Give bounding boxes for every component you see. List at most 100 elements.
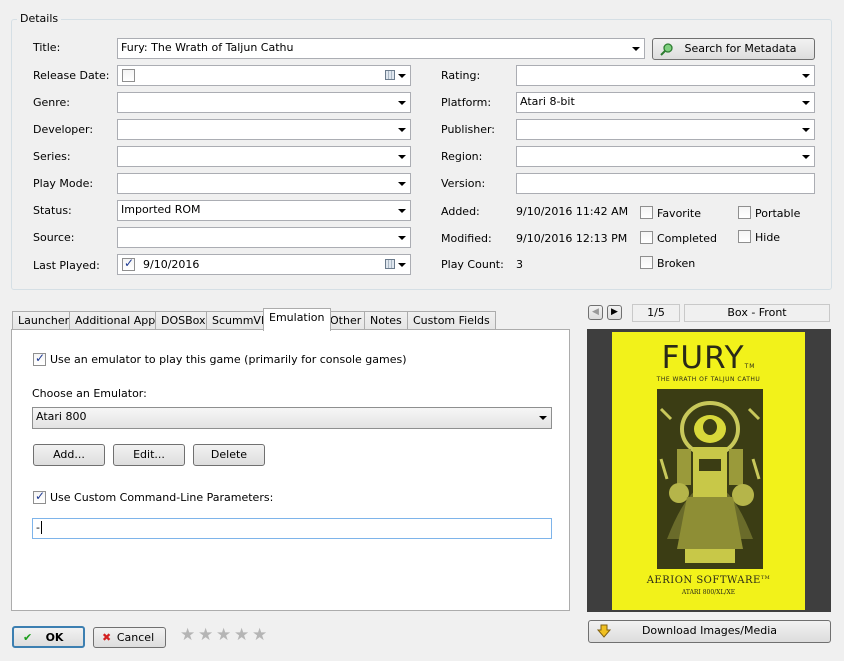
chevron-down-icon[interactable] <box>802 128 810 132</box>
edit-emulator-button[interactable]: Edit... <box>113 444 185 466</box>
image-frame[interactable]: FURYTM THE WRATH OF TALJUN CATHU AERION … <box>587 329 831 612</box>
tab-additional-apps[interactable]: Additional Apps <box>69 311 167 330</box>
search-metadata-button[interactable]: Search for Metadata <box>652 38 815 60</box>
hide-label[interactable]: Hide <box>755 231 780 244</box>
tab-launcher[interactable]: Launcher <box>12 311 76 330</box>
params-input[interactable]: - <box>32 518 552 539</box>
cover-publisher: AERION SOFTWARE <box>646 575 761 586</box>
region-label: Region: <box>441 150 483 163</box>
emulator-select[interactable]: Atari 800 <box>32 407 552 429</box>
source-combo[interactable] <box>117 227 411 248</box>
chevron-down-icon[interactable] <box>398 155 406 159</box>
source-label: Source: <box>33 231 75 244</box>
modified-label: Modified: <box>441 232 492 245</box>
status-combo[interactable]: Imported ROM <box>117 200 411 221</box>
chevron-down-icon[interactable] <box>398 101 406 105</box>
developer-label: Developer: <box>33 123 94 136</box>
tab-dosbox[interactable]: DOSBox <box>155 311 212 330</box>
chevron-down-icon[interactable] <box>398 263 406 267</box>
developer-combo[interactable] <box>117 119 411 140</box>
release-date-checkbox[interactable] <box>122 69 135 82</box>
platform-label: Platform: <box>441 96 492 109</box>
series-combo[interactable] <box>117 146 411 167</box>
rating-star-1-icon[interactable]: ★ <box>180 627 196 644</box>
tab-notes[interactable]: Notes <box>364 311 408 330</box>
hide-checkbox[interactable] <box>738 230 751 243</box>
details-group-title: Details <box>17 12 62 25</box>
chevron-down-icon[interactable] <box>632 47 640 51</box>
use-emulator-label[interactable]: Use an emulator to play this game (prima… <box>50 353 407 366</box>
search-metadata-label: Search for Metadata <box>684 42 797 55</box>
cancel-button[interactable]: ✖ Cancel <box>93 627 166 648</box>
portable-label[interactable]: Portable <box>755 207 800 220</box>
release-date-label: Release Date: <box>33 69 110 82</box>
cover-systems: ATARI 800/XL/XE <box>681 589 736 596</box>
download-media-button[interactable]: Download Images/Media <box>588 620 831 643</box>
cover-publisher-tm: TM <box>760 575 771 581</box>
tab-emulation[interactable]: Emulation <box>263 308 331 331</box>
favorite-label[interactable]: Favorite <box>657 207 701 220</box>
rating-star-4-icon[interactable]: ★ <box>234 627 250 644</box>
play-count-label: Play Count: <box>441 258 504 271</box>
chevron-down-icon[interactable] <box>802 74 810 78</box>
last-played-value: 9/10/2016 <box>143 258 200 271</box>
version-input[interactable] <box>516 173 815 194</box>
cover-tm: TM <box>744 363 756 370</box>
completed-label[interactable]: Completed <box>657 232 717 245</box>
broken-checkbox[interactable] <box>640 256 653 269</box>
chevron-down-icon[interactable] <box>398 209 406 213</box>
rating-star-2-icon[interactable]: ★ <box>198 627 214 644</box>
title-combo[interactable]: Fury: The Wrath of Taljun Cathu <box>117 38 645 59</box>
last-played-picker[interactable]: 9/10/2016 <box>117 254 411 275</box>
rating-label: Rating: <box>441 69 481 82</box>
search-icon <box>660 42 674 56</box>
release-date-picker[interactable] <box>117 65 411 86</box>
use-emulator-checkbox[interactable] <box>33 351 46 366</box>
arrow-left-icon: ◀ <box>592 307 599 317</box>
tab-custom-fields[interactable]: Custom Fields <box>407 311 496 330</box>
emulator-value: Atari 800 <box>36 410 87 423</box>
last-played-checkbox[interactable] <box>122 256 135 271</box>
chevron-down-icon[interactable] <box>398 74 406 78</box>
chevron-down-icon[interactable] <box>802 155 810 159</box>
last-played-label: Last Played: <box>33 259 100 272</box>
cancel-label: Cancel <box>116 631 155 644</box>
chevron-down-icon[interactable] <box>398 182 406 186</box>
rating-star-5-icon[interactable]: ★ <box>252 627 268 644</box>
broken-label[interactable]: Broken <box>657 257 695 270</box>
genre-combo[interactable] <box>117 92 411 113</box>
favorite-checkbox[interactable] <box>640 206 653 219</box>
chevron-down-icon[interactable] <box>802 101 810 105</box>
next-image-button[interactable]: ▶ <box>607 305 622 320</box>
series-label: Series: <box>33 150 71 163</box>
params-value: - <box>36 521 40 534</box>
chevron-down-icon[interactable] <box>539 416 547 420</box>
chevron-down-icon[interactable] <box>398 128 406 132</box>
rating-combo[interactable] <box>516 65 815 86</box>
genre-label: Genre: <box>33 96 71 109</box>
cover-subtitle: THE WRATH OF TALJUN CATHU <box>656 376 761 383</box>
calendar-icon[interactable] <box>385 259 395 269</box>
prev-image-button[interactable]: ◀ <box>588 305 603 320</box>
delete-emulator-button[interactable]: Delete <box>193 444 265 466</box>
ok-button[interactable]: ✔ OK <box>12 626 85 648</box>
status-label: Status: <box>33 204 72 217</box>
rating-star-3-icon[interactable]: ★ <box>216 627 232 644</box>
publisher-combo[interactable] <box>516 119 815 140</box>
play-mode-combo[interactable] <box>117 173 411 194</box>
calendar-icon[interactable] <box>385 70 395 80</box>
custom-params-checkbox[interactable] <box>33 489 46 504</box>
custom-params-label[interactable]: Use Custom Command-Line Parameters: <box>50 491 273 504</box>
download-media-label: Download Images/Media <box>641 624 778 637</box>
portable-checkbox[interactable] <box>738 206 751 219</box>
chevron-down-icon[interactable] <box>398 236 406 240</box>
region-combo[interactable] <box>516 146 815 167</box>
platform-value: Atari 8-bit <box>520 95 575 108</box>
status-value: Imported ROM <box>121 203 201 216</box>
platform-combo[interactable]: Atari 8-bit <box>516 92 815 113</box>
ok-label: OK <box>45 631 64 644</box>
completed-checkbox[interactable] <box>640 231 653 244</box>
modified-value: 9/10/2016 12:13 PM <box>516 232 628 245</box>
added-label: Added: <box>441 205 480 218</box>
add-emulator-button[interactable]: Add... <box>33 444 105 466</box>
